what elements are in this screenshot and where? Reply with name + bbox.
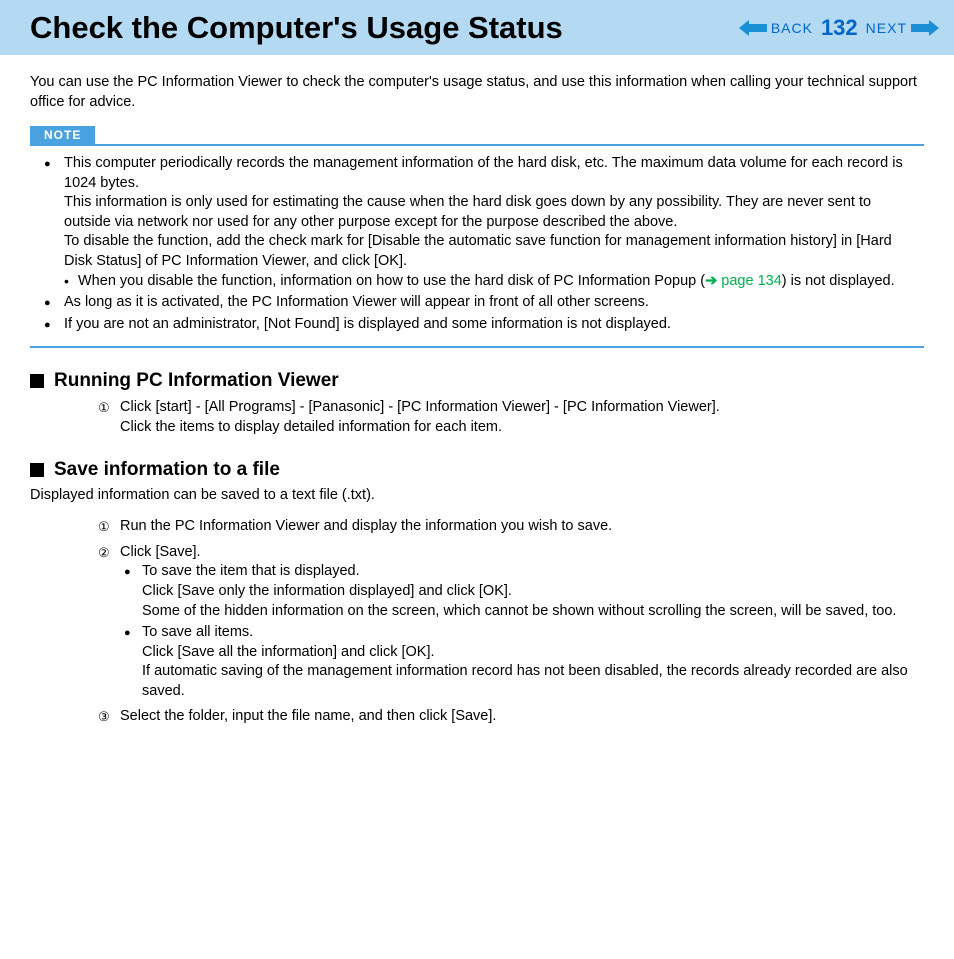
inner-text: Click [Save only the information display… [142,582,924,602]
page-title: Check the Computer's Usage Status [30,10,739,46]
section-save: Save information to a file Displayed inf… [30,459,924,727]
step-item: ③ Select the folder, input the file name… [120,707,924,727]
page-link[interactable]: page 134 [721,273,781,289]
circled-number-icon: ① [98,399,110,417]
note-sub-pre: When you disable the function, informati… [78,273,705,289]
note-text: This information is only used for estima… [64,193,918,232]
section-heading: Running PC Information Viewer [30,370,924,392]
inner-item: To save all items. Click [Save all the i… [142,623,924,701]
section-running: Running PC Information Viewer ① Click [s… [30,370,924,437]
content-area: You can use the PC Information Viewer to… [0,55,954,753]
note-label: NOTE [30,126,95,144]
page-number: 132 [821,15,858,41]
step-item: ① Run the PC Information Viewer and disp… [120,517,924,537]
inner-text: Some of the hidden information on the sc… [142,602,924,622]
section-heading-text: Running PC Information Viewer [54,370,339,392]
section-intro: Displayed information can be saved to a … [30,487,924,503]
note-text: This computer periodically records the m… [64,154,918,193]
arrow-right-icon: ➔ [705,273,721,289]
steps-list: ① Run the PC Information Viewer and disp… [30,517,924,727]
step-item: ① Click [start] - [All Programs] - [Pana… [120,398,924,437]
step-text: Click [start] - [All Programs] - [Panaso… [120,398,924,418]
inner-item: To save the item that is displayed. Clic… [142,562,924,621]
next-link[interactable]: NEXT [866,20,907,36]
note-sub-post: ) is not displayed. [782,273,895,289]
next-arrow-icon[interactable] [911,20,939,36]
page-header: Check the Computer's Usage Status BACK 1… [0,0,954,55]
note-label-row: NOTE [30,126,924,146]
nav-group: BACK 132 NEXT [739,15,939,41]
circled-number-icon: ① [98,518,110,536]
section-heading: Save information to a file [30,459,924,481]
back-arrow-icon[interactable] [739,20,767,36]
circled-number-icon: ② [98,544,110,562]
step-text: Click [Save]. [120,544,201,560]
note-item: This computer periodically records the m… [64,154,918,291]
step-text: Run the PC Information Viewer and displa… [120,518,612,534]
circled-number-icon: ③ [98,708,110,726]
note-box: NOTE This computer periodically records … [30,126,924,348]
square-bullet-icon [30,463,44,477]
inner-list: To save the item that is displayed. Clic… [120,562,924,701]
note-item: If you are not an administrator, [Not Fo… [64,315,918,335]
note-list: This computer periodically records the m… [36,154,918,334]
note-sub-item: When you disable the function, informati… [64,272,918,292]
note-text: To disable the function, add the check m… [64,232,918,271]
back-link[interactable]: BACK [771,20,813,36]
inner-text: To save all items. [142,623,924,643]
note-item: As long as it is activated, the PC Infor… [64,293,918,313]
section-heading-text: Save information to a file [54,459,280,481]
intro-text: You can use the PC Information Viewer to… [30,73,924,112]
square-bullet-icon [30,374,44,388]
steps-list: ① Click [start] - [All Programs] - [Pana… [30,398,924,437]
step-text: Click the items to display detailed info… [120,418,924,438]
inner-text: If automatic saving of the management in… [142,662,924,701]
step-item: ② Click [Save]. To save the item that is… [120,543,924,702]
inner-text: To save the item that is displayed. [142,562,924,582]
inner-text: Click [Save all the information] and cli… [142,643,924,663]
note-content: This computer periodically records the m… [30,146,924,348]
step-text: Select the folder, input the file name, … [120,708,496,724]
